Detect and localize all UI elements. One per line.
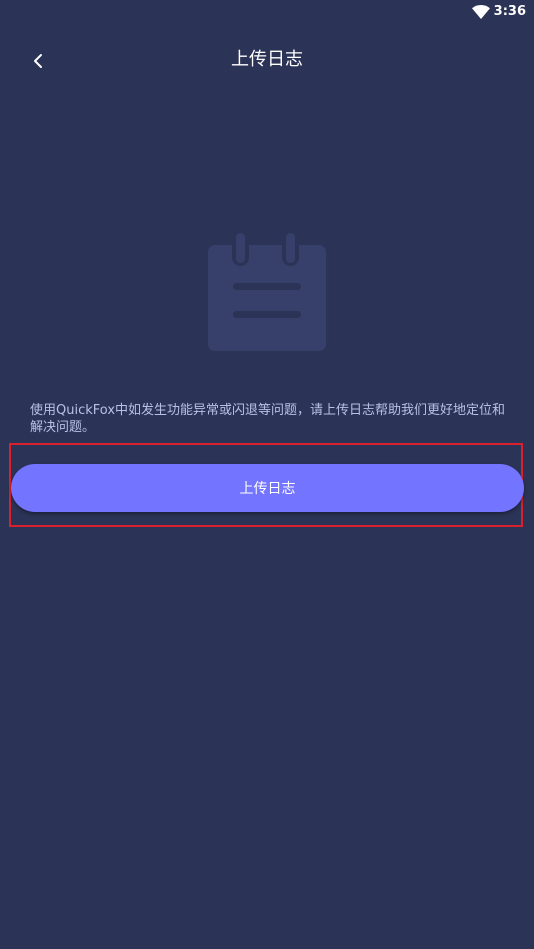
page-title: 上传日志 (231, 49, 303, 70)
status-bar: 3:36 (0, 0, 534, 26)
status-time: 3:36 (493, 4, 526, 19)
nav-bar: 上传日志 (0, 40, 534, 80)
notepad-icon (208, 230, 326, 351)
description-text: 使用QuickFox中如发生功能异常或闪退等问题，请上传日志帮助我们更好地定位和… (30, 403, 506, 435)
upload-log-button[interactable]: 上传日志 (11, 464, 524, 512)
wifi-icon (472, 5, 490, 19)
